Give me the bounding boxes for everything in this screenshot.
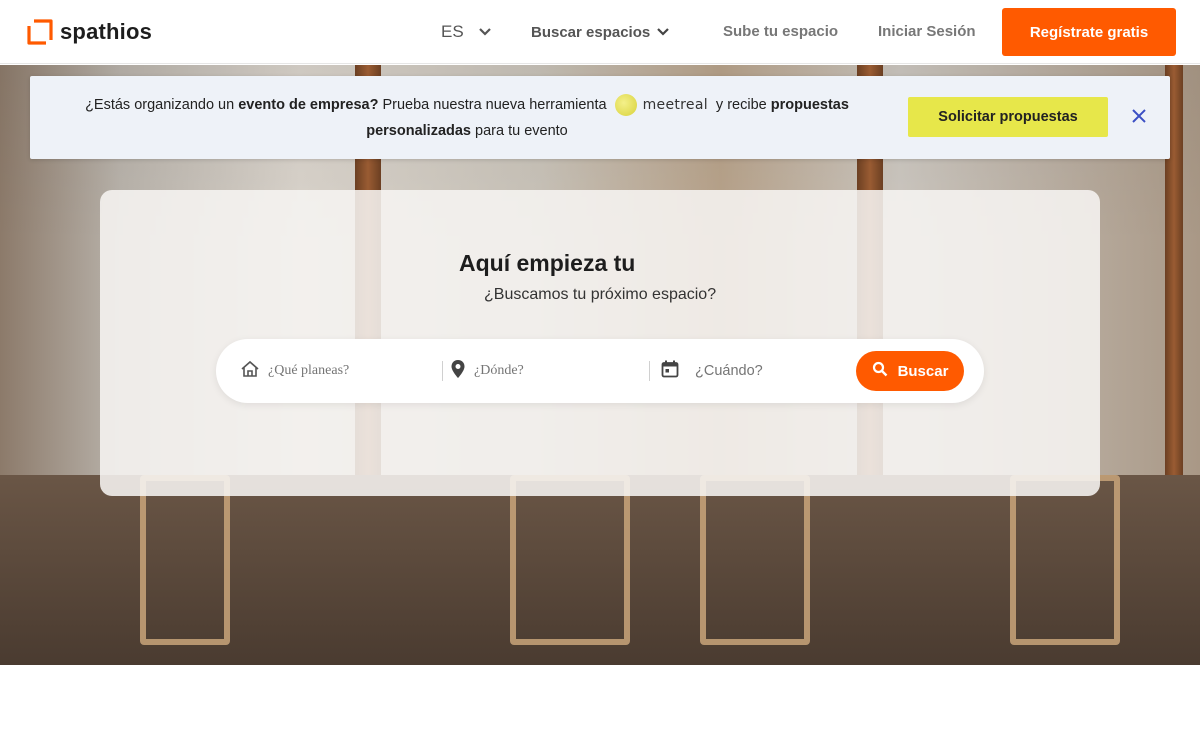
banner-text-part: Prueba nuestra nueva herramienta xyxy=(378,97,611,113)
banner-text-part: para tu evento xyxy=(471,123,568,140)
top-nav: spathios ES Buscar espacios Sube tu espa… xyxy=(0,0,1200,64)
where-field[interactable] xyxy=(450,339,624,403)
close-icon[interactable] xyxy=(1129,106,1149,126)
solicitar-propuestas-button[interactable]: Solicitar propuestas xyxy=(908,97,1108,137)
meetreal-promo-banner: ¿Estás organizando un evento de empresa?… xyxy=(30,76,1170,159)
banner-text-part: ¿Estás organizando un xyxy=(85,97,239,113)
search-card: Aquí empieza tu ¿Buscamos tu próximo esp… xyxy=(100,190,1100,496)
divider xyxy=(649,361,650,381)
location-pin-icon xyxy=(450,359,466,384)
search-bar: Buscar xyxy=(216,339,984,403)
buscar-button[interactable]: Buscar xyxy=(856,351,964,391)
chevron-down-icon xyxy=(478,22,492,42)
buscar-espacios-menu[interactable]: Buscar espacios xyxy=(531,24,670,41)
buscar-label: Buscar xyxy=(897,362,949,380)
calendar-icon xyxy=(661,360,679,383)
spathios-logo[interactable]: spathios xyxy=(26,18,152,46)
banner-message: ¿Estás organizando un evento de empresa?… xyxy=(46,92,888,144)
hero-subtitle: ¿Buscamos tu próximo espacio? xyxy=(484,286,717,303)
where-input[interactable] xyxy=(474,363,624,379)
registrate-button[interactable]: Regístrate gratis xyxy=(1002,8,1176,56)
banner-text-bold: evento de empresa? xyxy=(238,97,379,113)
divider xyxy=(442,361,443,381)
meetreal-logo[interactable]: meetreal xyxy=(614,92,708,118)
when-field[interactable] xyxy=(661,339,845,403)
language-selector[interactable]: ES xyxy=(441,22,492,42)
hero-title: Aquí empieza tu xyxy=(459,250,636,276)
iniciar-sesion-link[interactable]: Iniciar Sesión xyxy=(878,23,976,40)
what-field[interactable] xyxy=(240,339,418,403)
search-icon xyxy=(872,361,888,381)
chevron-down-icon xyxy=(656,24,670,41)
meetreal-brand: meetreal xyxy=(642,97,708,114)
buscar-espacios-label: Buscar espacios xyxy=(531,24,651,41)
logo-text: spathios xyxy=(60,19,153,44)
globe-icon xyxy=(614,94,637,117)
when-input[interactable] xyxy=(695,363,845,379)
banner-text-part: y recibe xyxy=(711,97,771,113)
sube-tu-espacio-link[interactable]: Sube tu espacio xyxy=(723,23,838,40)
language-label: ES xyxy=(441,22,464,41)
what-input[interactable] xyxy=(268,363,418,379)
logo-icon xyxy=(26,18,54,46)
house-icon xyxy=(240,359,260,384)
